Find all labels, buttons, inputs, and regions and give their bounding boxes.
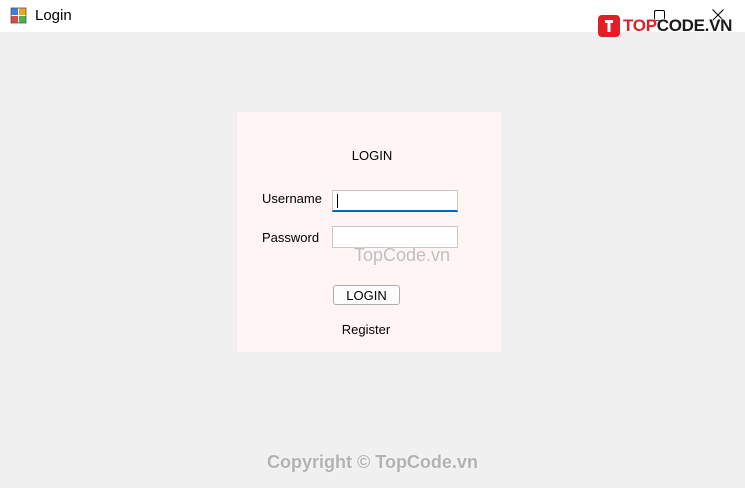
login-panel: LOGIN Username Password LOGIN Register	[237, 112, 501, 352]
app-window-icon	[10, 7, 27, 24]
watermark-copyright: Copyright © TopCode.vn	[267, 452, 478, 472]
register-link[interactable]: Register	[237, 322, 495, 337]
topcode-logo-text: TOPCODE.VN	[623, 16, 733, 35]
watermark-center: TopCode.vn	[354, 245, 451, 265]
topcode-logo: TOPCODE.VN	[598, 12, 732, 40]
password-label: Password	[262, 230, 320, 245]
login-window: Login TOPCODE.VN LOGIN Username Password…	[0, 0, 745, 488]
topcode-logo-icon	[598, 15, 620, 37]
text-caret	[337, 194, 338, 208]
login-button[interactable]: LOGIN	[333, 285, 400, 305]
username-input[interactable]	[332, 190, 458, 212]
window-title: Login	[35, 7, 72, 24]
login-heading: LOGIN	[351, 148, 393, 163]
username-label: Username	[262, 191, 322, 206]
